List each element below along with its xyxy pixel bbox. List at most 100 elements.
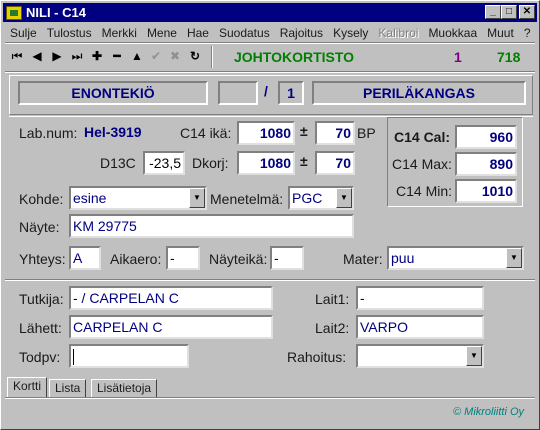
labnum-value: Hel-3919 bbox=[84, 124, 142, 140]
c14min-field[interactable]: 1010 bbox=[455, 179, 517, 203]
d13c-label: D13C bbox=[100, 155, 136, 171]
c14min-label: C14 Min: bbox=[396, 183, 453, 199]
c14age-error-field[interactable]: 70 bbox=[315, 121, 355, 145]
bp-label: BP bbox=[357, 125, 376, 141]
todpv-label: Todpv: bbox=[19, 349, 61, 365]
minimize-button[interactable]: _ bbox=[485, 5, 501, 19]
close-button[interactable]: ✕ bbox=[519, 5, 535, 19]
menu-merkki[interactable]: Merkki bbox=[97, 24, 142, 42]
c14cal-field[interactable]: 960 bbox=[455, 125, 517, 149]
menu-suodatus[interactable]: Suodatus bbox=[214, 24, 275, 42]
chevron-down-icon[interactable]: ▼ bbox=[506, 248, 522, 268]
yhteys-field[interactable]: A bbox=[69, 246, 101, 270]
first-record-icon[interactable]: ⏮ bbox=[9, 48, 25, 64]
mater-value: puu bbox=[391, 250, 415, 266]
register-title: JOHTOKORTISTO bbox=[234, 49, 355, 65]
c14cal-label: C14 Cal: bbox=[394, 129, 451, 145]
menetelma-select[interactable]: PGC ▼ bbox=[288, 186, 354, 210]
yhteys-label: Yhteys: bbox=[19, 251, 66, 267]
dkorj-field[interactable]: 1080 bbox=[237, 151, 295, 175]
menu-help[interactable]: ? bbox=[519, 24, 536, 42]
menu-tulostus[interactable]: Tulostus bbox=[42, 24, 97, 42]
municipality-field[interactable]: ENONTEKIÖ bbox=[18, 81, 208, 105]
tutkija-label: Tutkija: bbox=[19, 291, 64, 307]
record-count: 718 bbox=[497, 49, 521, 65]
last-record-icon[interactable]: ⏭ bbox=[69, 48, 85, 64]
lait1-field[interactable]: - bbox=[356, 286, 484, 310]
c14max-label: C14 Max: bbox=[392, 156, 452, 172]
toolbar-divider bbox=[5, 71, 535, 73]
site-number-slash: / bbox=[264, 83, 268, 99]
aikaero-label: Aikaero: bbox=[110, 251, 162, 267]
toolbar: ⏮ ◀ ▶ ⏭ ✚ ━ ▲ ✔ ✖ ↻ JOHTOKORTISTO 1 718 bbox=[5, 44, 535, 70]
menu-muokkaa[interactable]: Muokkaa bbox=[423, 24, 482, 42]
lait2-label: Lait2: bbox=[315, 320, 350, 336]
lahett-label: Lähett: bbox=[19, 320, 62, 336]
c14age-pm: ± bbox=[300, 123, 308, 139]
cancel-x-icon: ✖ bbox=[169, 49, 181, 63]
site-name-field[interactable]: PERILÄKANGAS bbox=[312, 81, 526, 105]
kohde-select[interactable]: esine ▼ bbox=[69, 186, 207, 210]
kohde-value: esine bbox=[73, 190, 107, 206]
rahoitus-label: Rahoitus: bbox=[287, 349, 347, 365]
menu-rajoitus[interactable]: Rajoitus bbox=[275, 24, 328, 42]
c14age-field[interactable]: 1080 bbox=[237, 121, 295, 145]
edit-triangle-icon[interactable]: ▲ bbox=[129, 48, 145, 64]
menu-bar: Sulje Tulostus Merkki Mene Hae Suodatus … bbox=[5, 24, 536, 42]
lait1-label: Lait1: bbox=[315, 291, 350, 307]
mater-label: Mater: bbox=[343, 251, 383, 267]
c14max-field[interactable]: 890 bbox=[455, 152, 517, 176]
labnum-label: Lab.num: bbox=[19, 125, 78, 141]
next-record-icon[interactable]: ▶ bbox=[49, 48, 65, 64]
nayte-field[interactable]: KM 29775 bbox=[69, 214, 354, 238]
confirm-check-icon: ✔ bbox=[150, 49, 162, 63]
menu-kysely[interactable]: Kysely bbox=[328, 24, 373, 42]
app-icon[interactable] bbox=[6, 5, 22, 20]
toolbar-separator bbox=[211, 46, 213, 68]
lahett-field[interactable]: CARPELAN C bbox=[69, 315, 273, 339]
chevron-down-icon[interactable]: ▼ bbox=[189, 188, 205, 208]
nayteika-label: Näyteikä: bbox=[209, 251, 268, 267]
app-window: NILI - C14 _ □ ✕ Sulje Tulostus Merkki M… bbox=[0, 0, 540, 430]
c14age-label: C14 ikä: bbox=[180, 125, 232, 141]
mater-select[interactable]: puu ▼ bbox=[387, 246, 524, 270]
tutkija-field[interactable]: - / CARPELAN C bbox=[69, 286, 273, 310]
refresh-icon[interactable]: ↻ bbox=[187, 48, 203, 64]
menu-kalibroi: Kalibroi bbox=[378, 26, 419, 40]
menetelma-label: Menetelmä: bbox=[210, 191, 284, 207]
todpv-field[interactable] bbox=[69, 344, 189, 368]
aikaero-field[interactable]: - bbox=[166, 246, 200, 270]
site-header-panel: ENONTEKIÖ / 1 PERILÄKANGAS bbox=[9, 75, 533, 115]
tab-lista[interactable]: Lista bbox=[49, 379, 87, 397]
dkorj-label: Dkorj: bbox=[192, 155, 229, 171]
menu-mene[interactable]: Mene bbox=[142, 24, 182, 42]
tab-lisatietoja[interactable]: Lisätietoja bbox=[91, 379, 158, 397]
d13c-field[interactable]: -23,5 bbox=[143, 151, 185, 175]
nayteika-field[interactable]: - bbox=[270, 246, 304, 270]
lait2-field[interactable]: VARPO bbox=[356, 315, 484, 339]
tab-kortti[interactable]: Kortti bbox=[7, 377, 48, 397]
text-cursor bbox=[73, 349, 74, 366]
chevron-down-icon[interactable]: ▼ bbox=[466, 346, 482, 366]
nayte-label: Näyte: bbox=[19, 219, 60, 235]
chevron-down-icon[interactable]: ▼ bbox=[336, 188, 352, 208]
dkorj-error-field[interactable]: 70 bbox=[315, 151, 355, 175]
rahoitus-select[interactable]: ▼ bbox=[356, 344, 484, 368]
maximize-button[interactable]: □ bbox=[501, 5, 517, 19]
tab-baseline bbox=[5, 397, 535, 399]
title-bar[interactable]: NILI - C14 _ □ ✕ bbox=[3, 3, 537, 22]
kohde-label: Kohde: bbox=[19, 191, 64, 207]
add-record-icon[interactable]: ✚ bbox=[89, 48, 105, 64]
menetelma-value: PGC bbox=[292, 190, 323, 206]
record-index: 1 bbox=[454, 49, 462, 65]
menu-hae[interactable]: Hae bbox=[182, 24, 214, 42]
section-divider bbox=[5, 279, 535, 281]
delete-record-icon[interactable]: ━ bbox=[109, 48, 125, 64]
menu-sulje[interactable]: Sulje bbox=[5, 24, 42, 42]
menu-muut[interactable]: Muut bbox=[482, 24, 519, 42]
window-title: NILI - C14 bbox=[26, 5, 86, 20]
site-prefix-field[interactable] bbox=[218, 81, 258, 105]
site-number-field[interactable]: 1 bbox=[278, 81, 304, 105]
previous-record-icon[interactable]: ◀ bbox=[29, 48, 45, 64]
dkorj-pm: ± bbox=[300, 153, 308, 169]
